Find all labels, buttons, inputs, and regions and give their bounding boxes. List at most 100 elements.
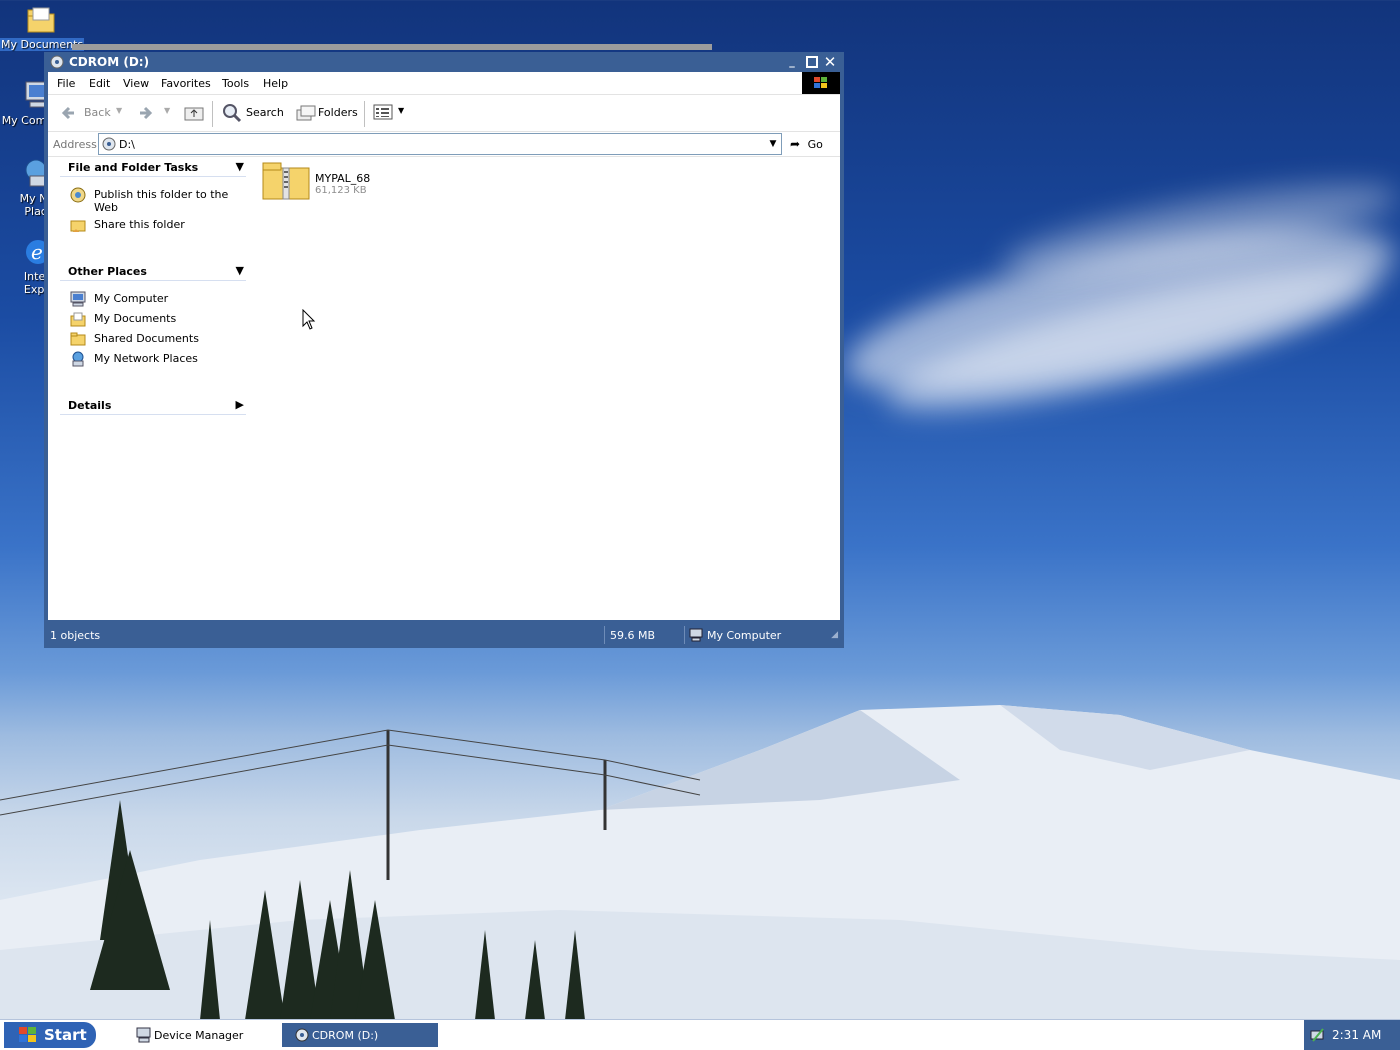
taskbar-button-device-manager[interactable]: Device Manager bbox=[128, 1023, 278, 1047]
folder-icon bbox=[70, 332, 86, 346]
device-manager-icon bbox=[136, 1027, 151, 1043]
search-icon bbox=[223, 104, 242, 123]
go-label: Go bbox=[807, 138, 823, 151]
task-pane: File and Folder Tasks ▼ Publish this fol… bbox=[48, 157, 258, 620]
forward-button[interactable]: ▼ bbox=[134, 103, 174, 123]
window-client-area: File Edit View Favorites Tools Help Back… bbox=[48, 72, 840, 620]
minimize-button[interactable]: _ bbox=[784, 54, 800, 70]
taskbar-button-cdrom[interactable]: CDROM (D:) bbox=[282, 1023, 438, 1047]
file-item[interactable]: MYPAL_68 61,123 KB bbox=[262, 160, 392, 204]
share-folder-icon bbox=[70, 220, 86, 232]
cdrom-icon bbox=[102, 137, 116, 151]
back-label: Back bbox=[84, 106, 111, 119]
explorer-window[interactable]: CDROM (D:) _ ✕ File Edit View Favorites … bbox=[44, 52, 844, 648]
computer-icon bbox=[689, 628, 703, 642]
place-my-computer[interactable]: My Computer bbox=[70, 291, 240, 307]
taskbar-button-label: CDROM (D:) bbox=[312, 1029, 379, 1042]
expand-icon[interactable]: ▶ bbox=[236, 398, 244, 411]
background-window-edge bbox=[72, 44, 712, 50]
file-folder-tasks-header[interactable]: File and Folder Tasks ▼ bbox=[60, 160, 246, 177]
menu-help[interactable]: Help bbox=[263, 77, 288, 90]
place-shared-documents[interactable]: Shared Documents bbox=[70, 331, 240, 347]
desktop-icon-label: My Com bbox=[1, 114, 47, 127]
taskbar: Start Device Manager CDROM (D:) 2:31 AM bbox=[0, 1019, 1400, 1050]
task-label: Share this folder bbox=[94, 218, 185, 231]
clock[interactable]: 2:31 AM bbox=[1332, 1028, 1381, 1042]
mountain-scene bbox=[0, 705, 1400, 1050]
status-divider bbox=[604, 626, 605, 644]
desktop-icon-my-documents[interactable]: My Documents bbox=[0, 4, 85, 51]
address-bar: Address D:\ ▼ ➦ Go bbox=[48, 132, 840, 157]
toolbar-separator bbox=[364, 101, 365, 127]
menu-view[interactable]: View bbox=[123, 77, 149, 90]
menu-favorites[interactable]: Favorites bbox=[161, 77, 211, 90]
search-label: Search bbox=[246, 106, 284, 119]
cdrom-icon bbox=[50, 55, 64, 69]
forward-dropdown-icon: ▼ bbox=[164, 106, 171, 115]
views-dropdown-icon: ▼ bbox=[398, 106, 405, 115]
close-button[interactable]: ✕ bbox=[822, 54, 838, 70]
address-label: Address bbox=[53, 138, 97, 151]
status-objects: 1 objects bbox=[50, 629, 101, 642]
search-button[interactable]: Search bbox=[220, 103, 284, 123]
menu-tools[interactable]: Tools bbox=[222, 77, 249, 90]
forward-arrow-icon bbox=[140, 106, 153, 120]
file-size: 61,123 KB bbox=[315, 185, 367, 196]
back-dropdown-icon: ▼ bbox=[116, 106, 123, 115]
place-my-documents[interactable]: My Documents bbox=[70, 311, 240, 327]
other-places-header[interactable]: Other Places ▼ bbox=[60, 264, 246, 281]
window-title: CDROM (D:) bbox=[69, 55, 150, 69]
folder-documents-icon bbox=[24, 4, 56, 36]
status-size: 59.6 MB bbox=[610, 629, 656, 642]
folders-label: Folders bbox=[318, 106, 358, 119]
windows-logo-icon bbox=[802, 72, 840, 94]
task-publish-folder[interactable]: Publish this folder to the Web bbox=[70, 187, 240, 215]
computer-icon bbox=[70, 291, 86, 307]
address-dropdown-icon[interactable]: ▼ bbox=[765, 134, 781, 154]
resize-grip-icon[interactable]: ◢ bbox=[831, 630, 838, 640]
details-header[interactable]: Details ▶ bbox=[60, 398, 246, 415]
my-documents-icon bbox=[70, 312, 86, 327]
toolbar-separator bbox=[212, 101, 213, 127]
group-title: Other Places bbox=[68, 265, 147, 278]
folders-icon bbox=[296, 105, 316, 121]
address-value: D:\ bbox=[119, 138, 135, 151]
place-my-network-places[interactable]: My Network Places bbox=[70, 351, 240, 367]
back-button[interactable]: Back ▼ bbox=[58, 103, 126, 123]
collapse-icon[interactable]: ▼ bbox=[236, 264, 244, 277]
safely-remove-hardware-icon[interactable] bbox=[1309, 1027, 1327, 1043]
maximize-button[interactable] bbox=[804, 54, 820, 70]
mouse-pointer-icon bbox=[302, 309, 316, 330]
network-icon bbox=[72, 351, 84, 367]
menu-bar: File Edit View Favorites Tools Help bbox=[48, 72, 840, 95]
address-field[interactable]: D:\ ▼ bbox=[98, 133, 782, 155]
collapse-icon[interactable]: ▼ bbox=[236, 160, 244, 173]
menu-edit[interactable]: Edit bbox=[89, 77, 110, 90]
up-folder-icon bbox=[184, 107, 204, 121]
menu-file[interactable]: File bbox=[57, 77, 75, 90]
status-location: My Computer bbox=[707, 629, 782, 642]
windows-flag-icon bbox=[19, 1027, 36, 1042]
go-button[interactable]: ➦ Go bbox=[790, 137, 823, 151]
place-label: My Computer bbox=[94, 292, 169, 305]
group-title: File and Folder Tasks bbox=[68, 161, 199, 174]
views-button[interactable]: ▼ bbox=[372, 103, 406, 123]
title-bar[interactable]: CDROM (D:) _ ✕ bbox=[44, 52, 844, 72]
file-name: MYPAL_68 bbox=[315, 172, 371, 185]
go-arrow-icon: ➦ bbox=[790, 137, 801, 151]
cdrom-icon bbox=[295, 1028, 309, 1042]
back-arrow-icon bbox=[61, 106, 74, 120]
status-bar: 1 objects 59.6 MB My Computer ◢ bbox=[44, 624, 844, 646]
start-button[interactable]: Start bbox=[4, 1022, 96, 1048]
place-label: My Documents bbox=[94, 312, 177, 325]
folders-button[interactable]: Folders bbox=[294, 103, 360, 123]
up-folder-button[interactable] bbox=[184, 103, 206, 123]
system-tray: 2:31 AM bbox=[1304, 1020, 1400, 1050]
task-share-folder[interactable]: Share this folder bbox=[70, 217, 240, 233]
start-label: Start bbox=[44, 1026, 87, 1044]
zip-folder-icon bbox=[262, 162, 310, 200]
publish-web-icon bbox=[70, 187, 86, 203]
svg-text:e: e bbox=[31, 240, 43, 264]
status-divider bbox=[684, 626, 685, 644]
taskbar-button-label: Device Manager bbox=[154, 1029, 244, 1042]
